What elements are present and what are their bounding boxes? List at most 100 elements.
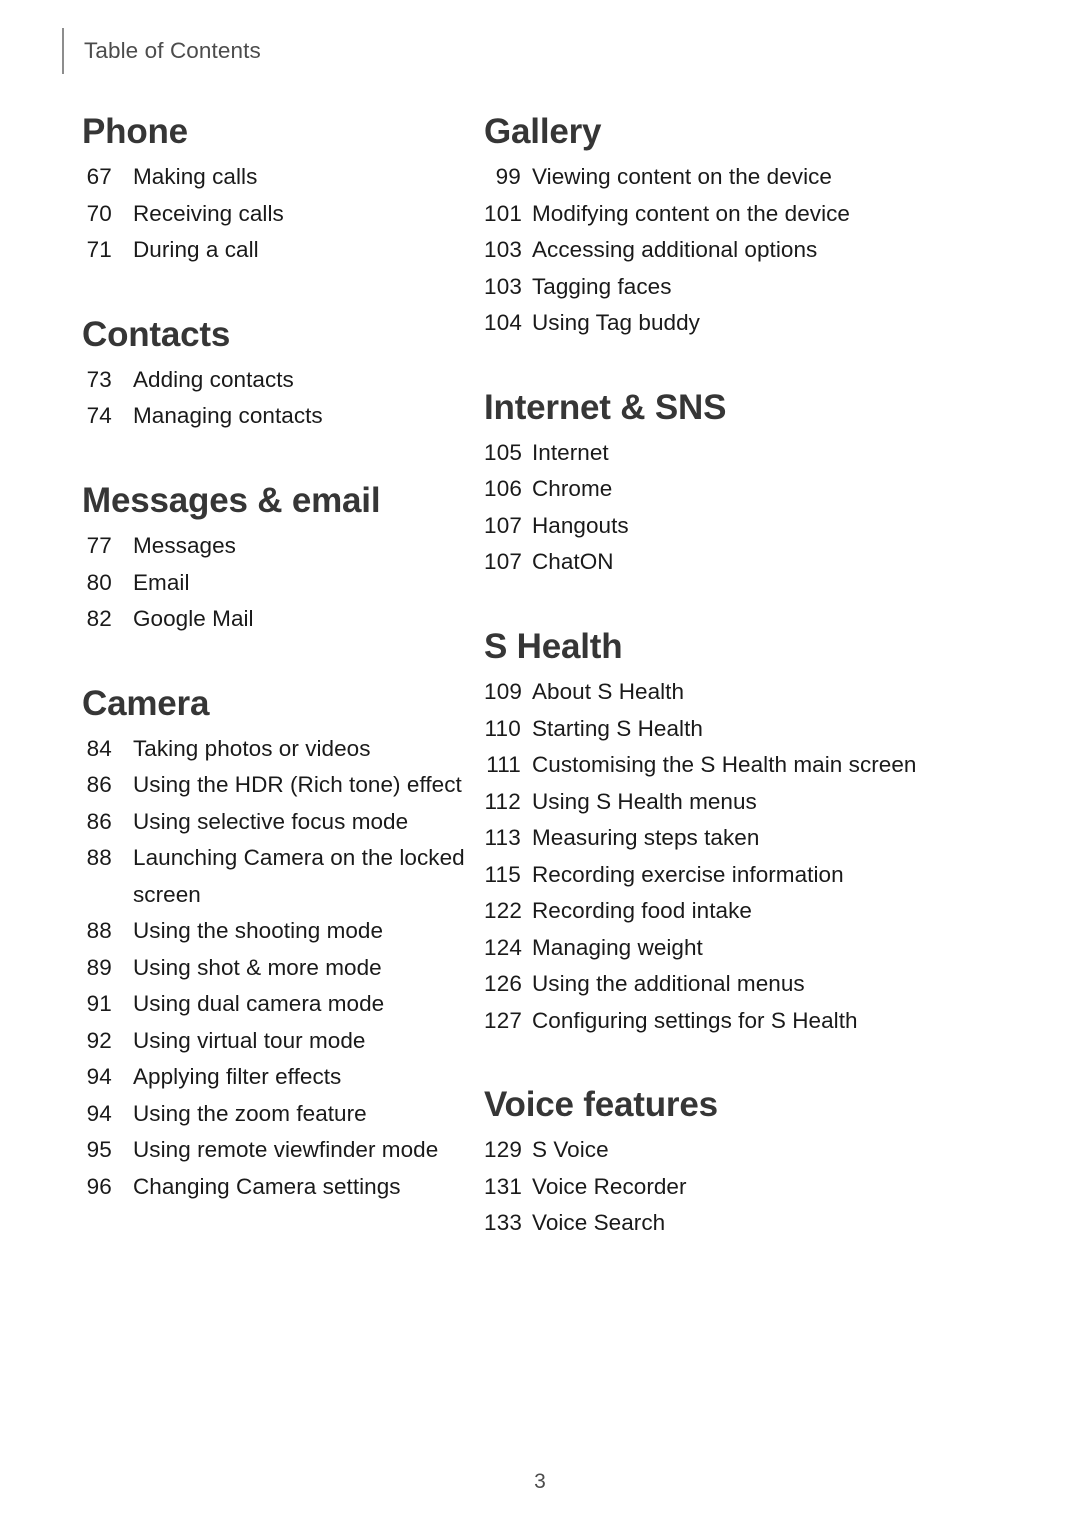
toc-entry[interactable]: 106 Chrome (484, 471, 984, 508)
toc-entry-page-number: 89 (86, 954, 112, 980)
toc-section-contacts: Contacts 73 Adding contacts 74 Managing cont… (82, 315, 495, 435)
toc-entry[interactable]: 80 Email (82, 565, 495, 602)
toc-entry-label: Starting S Health (532, 715, 703, 741)
toc-entry[interactable]: 86 Using selective focus mode (82, 804, 495, 841)
toc-entry-page-number: 94 (86, 1100, 112, 1126)
toc-entry[interactable]: 73 Adding contacts (82, 362, 495, 399)
toc-entry-label: Viewing content on the device (532, 164, 832, 190)
toc-entry-page-number: 129 (484, 1137, 523, 1163)
running-header: Table of Contents (62, 28, 261, 74)
toc-entry[interactable]: 126 Using the additional menus (484, 966, 984, 1003)
section-heading: Voice features (484, 1085, 718, 1125)
toc-entry-label: Using the additional menus (532, 971, 805, 997)
toc-entry[interactable]: 96 Changing Camera settings (82, 1169, 495, 1206)
toc-entry[interactable]: 95 Using remote viewfinder mode (82, 1132, 495, 1169)
toc-entry[interactable]: 86 Using the HDR (Rich tone) effect (82, 767, 495, 804)
toc-entry[interactable]: 111 Customising the S Health main screen (484, 747, 984, 784)
toc-entry-label: Applying filter effects (133, 1064, 342, 1090)
toc-entry-list: 105 Internet 106 Chrome 107 Hangouts 107 ChatON (484, 435, 984, 581)
toc-entry-list: 67 Making calls 70 Receiving calls 71 During … (82, 159, 495, 269)
toc-entry[interactable]: 131 Voice Recorder (484, 1169, 984, 1206)
toc-entry-page-number: 74 (86, 403, 112, 429)
toc-entry-page-number: 73 (86, 366, 112, 392)
toc-entry-page-number: 103 (484, 237, 523, 263)
toc-entry-page-number: 67 (86, 164, 112, 190)
toc-entry[interactable]: 124 Managing weight (484, 930, 984, 967)
toc-entry-page-number: 101 (484, 200, 523, 226)
toc-entry-page-number: 95 (86, 1137, 112, 1163)
toc-entry-label: During a call (133, 237, 259, 263)
toc-entry-page-number: 115 (484, 861, 521, 887)
toc-entry[interactable]: 94 Applying filter effects (82, 1059, 495, 1096)
toc-entry[interactable]: 104 Using Tag buddy (484, 305, 984, 342)
toc-entry-label: Using shot & more mode (133, 954, 382, 980)
toc-entry-page-number: 113 (484, 825, 521, 851)
toc-entry[interactable]: 110 Starting S Health (484, 711, 984, 748)
toc-entry-page-number: 103 (484, 273, 523, 299)
toc-entry[interactable]: 88 Launching Camera on the locked screen (82, 840, 495, 913)
toc-entry[interactable]: 101 Modifying content on the device (484, 196, 984, 233)
toc-entry-label: Receiving calls (133, 200, 284, 226)
toc-entry[interactable]: 103 Accessing additional options (484, 232, 984, 269)
toc-section-s-health: S Health 109 About S Health 110 Starting S H… (484, 627, 984, 1039)
toc-entry[interactable]: 94 Using the zoom feature (82, 1096, 495, 1133)
toc-entry[interactable]: 74 Managing contacts (82, 398, 495, 435)
toc-entry[interactable]: 70 Receiving calls (82, 196, 495, 233)
toc-entry[interactable]: 71 During a call (82, 232, 495, 269)
toc-entry-label: Configuring settings for S Health (532, 1007, 858, 1033)
toc-entry[interactable]: 67 Making calls (82, 159, 495, 196)
toc-entry-label: Using dual camera mode (133, 991, 385, 1017)
toc-entry-label: Launching Camera on the locked screen (133, 845, 465, 907)
toc-entry-label: Voice Search (532, 1210, 666, 1236)
toc-entry-page-number: 91 (86, 991, 112, 1017)
toc-entry[interactable]: 109 About S Health (484, 674, 984, 711)
toc-entry-page-number: 105 (484, 439, 523, 465)
toc-entry-label: Using the zoom feature (133, 1100, 367, 1126)
toc-entry[interactable]: 105 Internet (484, 435, 984, 472)
toc-section-messages-and-email: Messages & email 77 Messages 80 Email 82 Googl… (82, 481, 495, 638)
toc-entry[interactable]: 99 Viewing content on the device (484, 159, 984, 196)
section-heading: Internet & SNS (484, 387, 727, 427)
toc-entry-label: Using S Health menus (532, 788, 757, 814)
toc-entry-page-number: 80 (86, 569, 112, 595)
toc-entry-label: Messages (133, 533, 236, 559)
toc-entry-page-number: 77 (86, 533, 112, 559)
toc-entry[interactable]: 92 Using virtual tour mode (82, 1023, 495, 1060)
toc-entry[interactable]: 89 Using shot & more mode (82, 950, 495, 987)
toc-section-gallery: Gallery 99 Viewing content on the device 10… (484, 112, 984, 342)
section-heading: Phone (82, 112, 188, 151)
toc-entry[interactable]: 107 ChatON (484, 544, 984, 581)
toc-entry[interactable]: 103 Tagging faces (484, 269, 984, 306)
toc-columns: Phone 67 Making calls 70 Receiving calls 71 Du… (0, 112, 1080, 1242)
toc-entry[interactable]: 88 Using the shooting mode (82, 913, 495, 950)
toc-entry-page-number: 82 (86, 606, 112, 632)
toc-entry[interactable]: 84 Taking photos or videos (82, 731, 495, 768)
running-header-title: Table of Contents (84, 38, 261, 63)
toc-entry[interactable]: 112 Using S Health menus (484, 784, 984, 821)
toc-entry-page-number: 84 (86, 735, 112, 761)
toc-entry[interactable]: 77 Messages (82, 528, 495, 565)
toc-section-phone: Phone 67 Making calls 70 Receiving calls 71 Du… (82, 112, 495, 269)
toc-entry-page-number: 92 (86, 1027, 112, 1053)
toc-entry-label: Accessing additional options (532, 237, 818, 263)
section-heading: Contacts (82, 314, 231, 354)
toc-entry[interactable]: 127 Configuring settings for S Health (484, 1003, 984, 1040)
toc-entry[interactable]: 91 Using dual camera mode (82, 986, 495, 1023)
toc-entry[interactable]: 107 Hangouts (484, 508, 984, 545)
toc-entry-label: Google Mail (133, 606, 254, 632)
toc-section-internet-and-sns: Internet & SNS 105 Internet 106 Chrome 107 Han… (484, 388, 984, 581)
toc-entry-list: 77 Messages 80 Email 82 Google Mail (82, 528, 495, 638)
toc-entry[interactable]: 133 Voice Search (484, 1205, 984, 1242)
section-heading: Messages & email (82, 480, 381, 520)
toc-entry-page-number: 96 (86, 1173, 112, 1199)
toc-entry[interactable]: 122 Recording food intake (484, 893, 984, 930)
toc-entry-label: About S Health (532, 679, 685, 705)
toc-entry[interactable]: 129 S Voice (484, 1132, 984, 1169)
toc-entry-page-number: 88 (86, 845, 112, 871)
toc-entry[interactable]: 115 Recording exercise information (484, 857, 984, 894)
toc-entry[interactable]: 113 Measuring steps taken (484, 820, 984, 857)
toc-entry-label: Using remote viewfinder mode (133, 1137, 439, 1163)
toc-entry[interactable]: 82 Google Mail (82, 601, 495, 638)
toc-entry-page-number: 122 (484, 898, 523, 924)
toc-entry-list: 99 Viewing content on the device 101 Modify… (484, 159, 984, 342)
